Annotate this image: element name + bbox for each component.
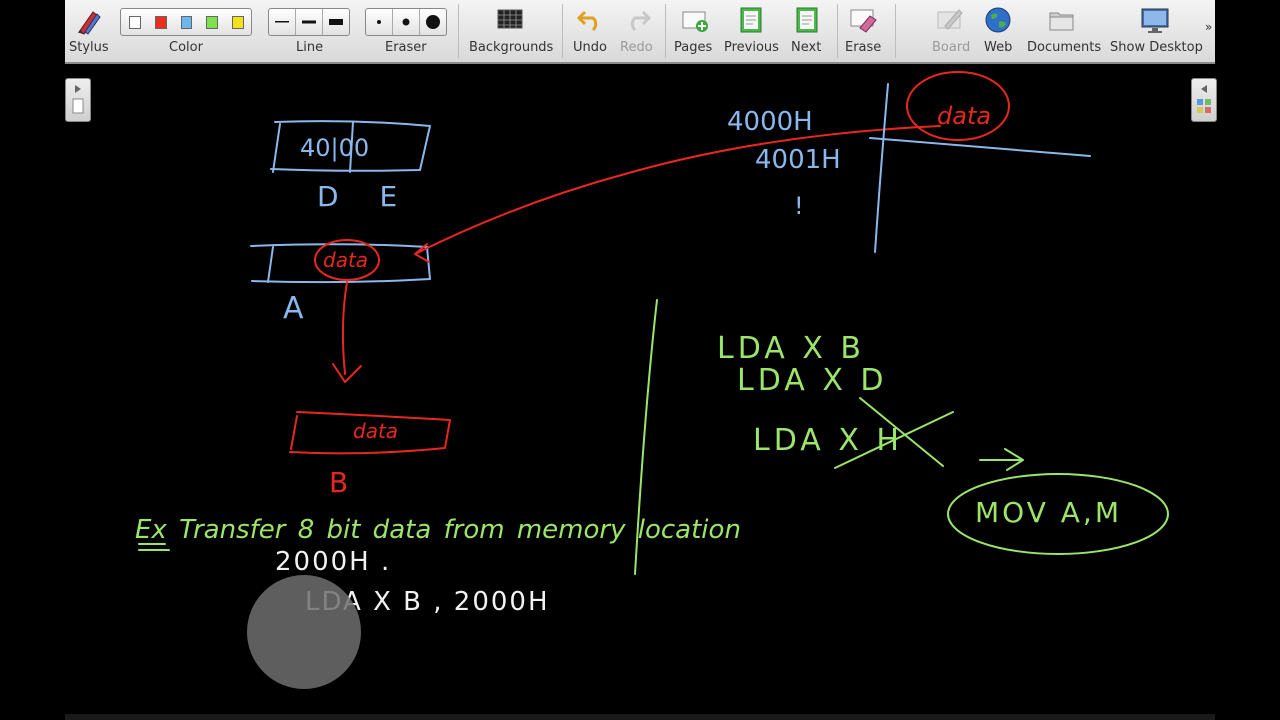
toolbar: Stylus Color Line Eraser Backgrounds Und…	[65, 0, 1215, 64]
register-a-label: A	[283, 291, 304, 326]
color-swatch-white[interactable]	[129, 15, 141, 29]
register-a: data A	[250, 239, 431, 326]
transfer-arrow-mem-to-a	[414, 125, 941, 255]
color-palette[interactable]	[120, 8, 252, 36]
documents-label: Documents	[1027, 40, 1102, 55]
color-label: Color	[169, 40, 203, 55]
medium-dot-icon	[402, 18, 410, 26]
toolbar-separator	[562, 4, 563, 58]
toolbar-overflow-button[interactable]: »	[1203, 0, 1215, 62]
thin-line-icon	[275, 21, 289, 23]
color-swatch-red[interactable]	[154, 15, 167, 29]
next-label: Next	[791, 40, 822, 55]
register-a-content: data	[323, 248, 368, 272]
folder-icon	[1049, 12, 1074, 31]
previous-label: Previous	[724, 40, 779, 55]
undo-button[interactable]: Undo	[570, 0, 612, 62]
memory-table: 4000H 4001H ! data	[727, 71, 1091, 253]
redo-button[interactable]: Redo	[617, 0, 657, 62]
color-swatch-green[interactable]	[206, 15, 219, 29]
example-address: 2000H .	[275, 547, 391, 577]
memory-content: data	[937, 102, 991, 130]
register-de-value: 40|00	[300, 134, 369, 162]
stylus-label: Stylus	[69, 40, 109, 55]
backgrounds-grid-icon	[497, 9, 523, 29]
eraser-label: Eraser	[385, 40, 427, 55]
large-dot-icon	[426, 15, 440, 29]
backgrounds-label: Backgrounds	[469, 40, 554, 55]
presenter-cursor-circle	[247, 575, 361, 689]
stylus-tool[interactable]: Stylus	[65, 0, 111, 62]
line-label: Line	[296, 40, 324, 55]
web-label: Web	[984, 40, 1013, 55]
color-tool: Color	[119, 0, 253, 62]
example-text: Ex Transfer 8 bit data from memory locat…	[135, 515, 741, 617]
line-tool: Line	[267, 0, 350, 62]
register-b-content: data	[353, 419, 398, 443]
instruction-list: LDA X B LDA X D LDA X H MOV A,M	[717, 331, 1169, 555]
memory-address-4001h: 4001H	[755, 145, 841, 175]
stylus-icon	[78, 11, 101, 35]
next-button[interactable]: Next	[785, 0, 829, 62]
memory-address-4000h: 4000H	[727, 107, 813, 137]
globe-icon	[985, 7, 1011, 33]
erase-button[interactable]: Erase	[842, 0, 886, 62]
overflow-chevron-icon: »	[1205, 20, 1213, 34]
eraser-small-option[interactable]	[366, 9, 393, 35]
redo-label: Redo	[620, 40, 653, 55]
medium-line-icon	[302, 20, 316, 24]
memory-continuation-dots: !	[794, 192, 804, 220]
eraser-medium-option[interactable]	[393, 9, 420, 35]
eraser-large-option[interactable]	[420, 9, 446, 35]
toolbar-separator	[837, 4, 838, 58]
color-swatch-blue[interactable]	[180, 15, 193, 29]
show-desktop-label: Show Desktop	[1110, 40, 1203, 55]
color-swatch-yellow[interactable]	[232, 15, 244, 29]
pages-label: Pages	[674, 40, 713, 55]
instruction-lda-b: LDA X B	[717, 331, 865, 366]
eraser-size-selector[interactable]	[365, 8, 447, 36]
arrow-to-mov	[979, 448, 1024, 471]
erase-label: Erase	[845, 40, 882, 55]
small-dot-icon	[377, 20, 381, 24]
drawing-canvas[interactable]: 40|00 D E data A data B 4000H 4001H ! da…	[65, 64, 1215, 714]
register-de-labels: D E	[317, 180, 413, 213]
backgrounds-button[interactable]: Backgrounds	[465, 0, 555, 62]
whiteboard-app: Stylus Color Line Eraser Backgrounds Und…	[65, 0, 1217, 720]
erase-page-icon	[850, 9, 877, 33]
toolbar-separator	[665, 4, 666, 58]
line-medium-option[interactable]	[296, 9, 323, 35]
register-de: 40|00 D E	[270, 120, 431, 213]
bottom-edge-bar	[65, 714, 1215, 720]
web-button[interactable]: Web	[977, 0, 1019, 62]
eraser-tool: Eraser	[364, 0, 447, 62]
board-label: Board	[932, 40, 971, 55]
board-icon	[937, 9, 963, 30]
new-page-icon	[682, 11, 708, 32]
register-b-label: B	[329, 466, 348, 499]
example-problem-statement: Ex Transfer 8 bit data from memory locat…	[135, 515, 741, 545]
line-thick-option[interactable]	[323, 9, 349, 35]
thick-line-icon	[329, 19, 343, 25]
instruction-lda-h: LDA X H	[753, 423, 903, 458]
board-button[interactable]: Board	[929, 0, 973, 62]
instruction-mov-a-m: MOV A,M	[975, 496, 1122, 529]
line-width-selector[interactable]	[268, 8, 350, 36]
previous-button[interactable]: Previous	[721, 0, 781, 62]
undo-label: Undo	[573, 40, 607, 55]
transfer-arrow-a-to-b	[341, 281, 348, 375]
register-b: data B	[289, 411, 451, 499]
toolbar-separator	[458, 4, 459, 58]
toolbar-separator	[895, 4, 896, 58]
previous-page-icon	[740, 7, 762, 33]
show-desktop-button[interactable]: Show Desktop	[1107, 0, 1203, 62]
instruction-lda-d: LDA X D	[737, 363, 888, 398]
line-thin-option[interactable]	[269, 9, 296, 35]
pages-button[interactable]: Pages	[670, 0, 720, 62]
documents-button[interactable]: Documents	[1025, 0, 1101, 62]
undo-arrow-icon	[577, 10, 598, 32]
next-page-icon	[796, 7, 818, 33]
redo-arrow-icon	[630, 10, 651, 32]
monitor-icon	[1141, 8, 1169, 33]
